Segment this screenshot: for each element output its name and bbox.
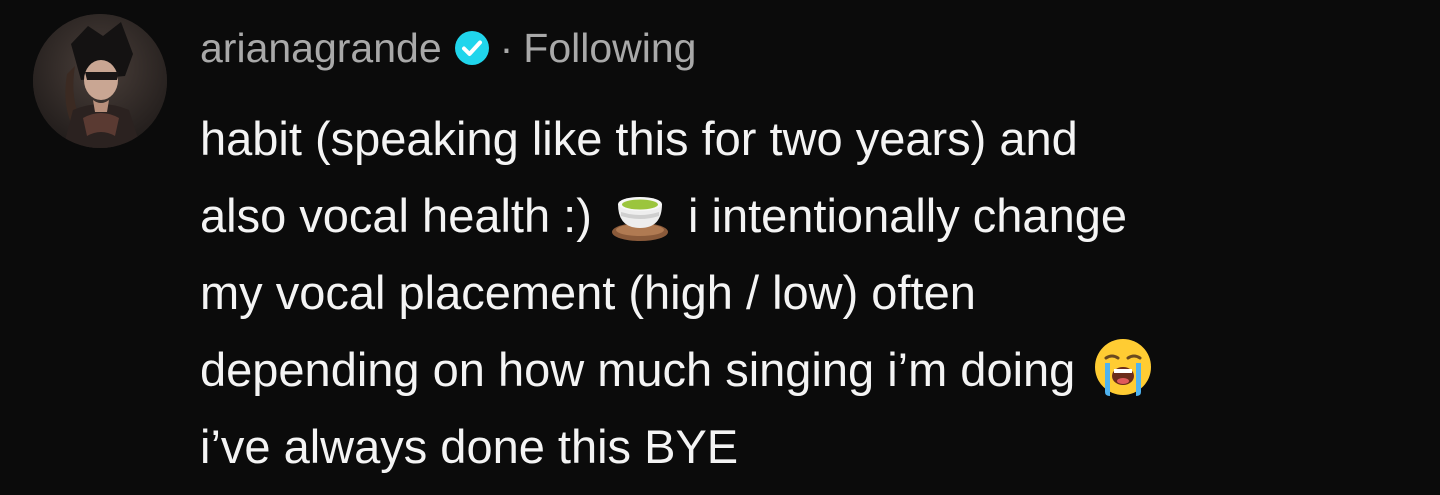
comment-body: habit (speaking like this for two years)… xyxy=(200,100,1425,485)
comment-item: arianagrande · Following habit (speaking… xyxy=(0,0,1440,495)
comment-line-2: also vocal health :) i intentionally cha… xyxy=(200,177,1425,254)
comment-header: arianagrande · Following xyxy=(200,18,697,78)
comment-text-segment: i’ve always done this BYE xyxy=(200,420,739,473)
following-status[interactable]: Following xyxy=(523,25,696,72)
avatar[interactable] xyxy=(33,14,167,148)
comment-text-segment: also vocal health :) xyxy=(200,189,592,242)
verified-badge-icon xyxy=(454,30,490,66)
comment-line-4: depending on how much singing i’m doing xyxy=(200,331,1425,408)
loudly-crying-face-icon xyxy=(1092,336,1154,398)
comment-text-segment: my vocal placement (high / low) often xyxy=(200,266,976,319)
username-link[interactable]: arianagrande xyxy=(200,25,442,72)
comment-text-segment: i intentionally change xyxy=(688,189,1127,242)
comment-text-segment: habit (speaking like this for two years)… xyxy=(200,112,1078,165)
tea-cup-icon xyxy=(609,182,671,244)
comment-line-1: habit (speaking like this for two years)… xyxy=(200,100,1425,177)
comment-text-segment: depending on how much singing i’m doing xyxy=(200,343,1076,396)
comment-line-5: i’ve always done this BYE xyxy=(200,408,1425,485)
header-separator: · xyxy=(499,24,514,71)
avatar-image xyxy=(33,14,167,148)
comment-line-3: my vocal placement (high / low) often xyxy=(200,254,1425,331)
